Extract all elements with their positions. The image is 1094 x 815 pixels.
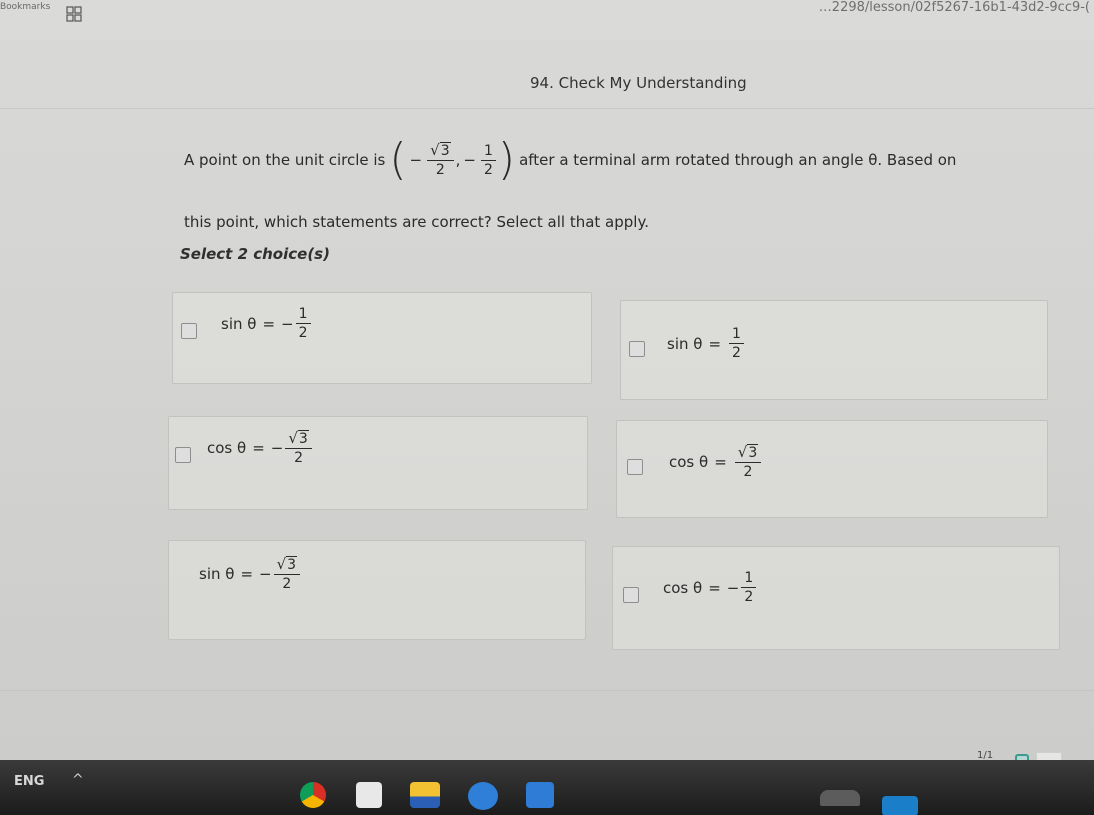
equals-sign: = — [240, 565, 254, 583]
choice-4[interactable]: cos θ = √ 3 2 — [616, 420, 1048, 518]
point-x-denominator: 2 — [435, 162, 445, 178]
choice-3-radicand: 3 — [297, 430, 309, 447]
equals-sign: = — [262, 314, 276, 333]
choice-6-lhs: cos θ — [663, 578, 703, 597]
header-divider — [0, 108, 1094, 109]
choice-5-denominator: 2 — [282, 576, 292, 592]
choice-1-checkbox[interactable] — [181, 323, 197, 339]
choice-5-expression: sin θ = − √ 3 2 — [199, 555, 302, 593]
choice-5-fraction: √ 3 2 — [273, 555, 301, 593]
choice-4-denominator: 2 — [743, 464, 753, 480]
files-icon[interactable] — [356, 782, 382, 808]
point-y-fraction: 1 2 — [480, 142, 496, 179]
choice-6-denominator: 2 — [744, 589, 754, 605]
select-instruction: Select 2 choice(s) — [180, 245, 330, 263]
choice-1[interactable]: sin θ = − 1 2 — [172, 292, 592, 384]
choice-1-sign: − — [281, 314, 294, 333]
url-fragment: …2298/lesson/02f5267-16b1-43d2-9cc9-( — [818, 0, 1090, 15]
choice-1-expression: sin θ = − 1 2 — [221, 305, 313, 342]
choice-3-sign: − — [270, 439, 284, 457]
choice-4-radicand: 3 — [747, 444, 759, 461]
point-x-fraction: √ 3 2 — [427, 141, 454, 179]
apps-grid-icon[interactable] — [66, 6, 82, 22]
equals-sign: = — [714, 453, 727, 471]
choice-4-checkbox[interactable] — [627, 459, 643, 475]
choice-1-lhs: sin θ — [221, 314, 257, 333]
section-title: 94. Check My Understanding — [530, 74, 747, 92]
choice-2-checkbox[interactable] — [629, 341, 645, 357]
choice-1-numerator: 1 — [295, 305, 311, 324]
question-line-1: A point on the unit circle is ( − √ 3 2 ,… — [184, 134, 1054, 185]
language-indicator[interactable]: ENG — [14, 774, 44, 789]
browser-topbar: Bookmarks …2298/lesson/02f5267-16b1-43d2… — [0, 0, 1094, 40]
choice-2[interactable]: sin θ = 1 2 — [620, 300, 1048, 400]
choice-6-sign: − — [726, 578, 740, 597]
choice-6-checkbox[interactable] — [623, 587, 639, 603]
close-paren: ) — [497, 134, 516, 185]
choice-4-expression: cos θ = √ 3 2 — [669, 443, 763, 481]
choice-3-checkbox[interactable] — [175, 447, 191, 463]
wifi-icon[interactable] — [820, 790, 860, 806]
choice-5-radicand: 3 — [286, 556, 298, 573]
choice-4-fraction: √ 3 2 — [734, 443, 762, 481]
choice-3-expression: cos θ = − √ 3 2 — [207, 429, 314, 467]
choice-2-numerator: 1 — [729, 325, 744, 344]
open-paren: ( — [389, 134, 407, 185]
choice-3-denominator: 2 — [294, 450, 304, 466]
choice-1-denominator: 2 — [298, 325, 308, 341]
question-text-start: A point on the unit circle is — [184, 151, 386, 169]
chat-icon[interactable] — [526, 782, 554, 808]
choice-4-lhs: cos θ — [669, 453, 709, 471]
chrome-icon[interactable] — [300, 782, 326, 808]
os-taskbar: ENG ^ — [0, 760, 1094, 815]
choice-2-denominator: 2 — [732, 345, 741, 361]
choice-6[interactable]: cos θ = − 1 2 — [612, 546, 1060, 650]
choice-3[interactable]: cos θ = − √ 3 2 — [168, 416, 588, 510]
choice-2-lhs: sin θ — [667, 334, 703, 353]
question-text-end: after a terminal arm rotated through an … — [519, 151, 957, 169]
choice-5[interactable]: sin θ = − √ 3 2 — [168, 540, 586, 640]
point-x-radicand: 3 — [439, 142, 451, 159]
bookmarks-label[interactable]: Bookmarks — [0, 2, 50, 12]
question-line-2: this point, which statements are correct… — [184, 213, 649, 231]
point-y-numerator: 1 — [480, 142, 496, 161]
equals-sign: = — [252, 439, 265, 457]
choice-5-sign: − — [259, 565, 272, 583]
question-prompt: A point on the unit circle is ( − √ 3 2 ,… — [184, 134, 1054, 232]
slides-icon[interactable] — [410, 782, 440, 808]
choice-2-expression: sin θ = 1 2 — [667, 325, 746, 362]
system-tray-icon[interactable] — [882, 796, 918, 815]
choice-5-lhs: sin θ — [199, 565, 235, 583]
choice-3-lhs: cos θ — [207, 439, 247, 457]
comma: , — [455, 151, 461, 169]
minus-sign: − — [463, 151, 476, 169]
choice-6-numerator: 1 — [741, 569, 757, 588]
choice-1-fraction: 1 2 — [295, 305, 311, 342]
app-blue-icon[interactable] — [468, 782, 498, 810]
choice-6-expression: cos θ = − 1 2 — [663, 569, 758, 606]
footer-divider — [0, 690, 1094, 691]
choice-3-fraction: √ 3 2 — [285, 429, 312, 467]
choice-6-fraction: 1 2 — [741, 569, 757, 606]
equals-sign: = — [708, 578, 721, 597]
chevron-up-icon[interactable]: ^ — [72, 772, 84, 788]
minus-sign: − — [409, 151, 423, 169]
choice-2-fraction: 1 2 — [729, 325, 744, 362]
equals-sign: = — [708, 334, 722, 353]
point-y-denominator: 2 — [483, 161, 493, 178]
